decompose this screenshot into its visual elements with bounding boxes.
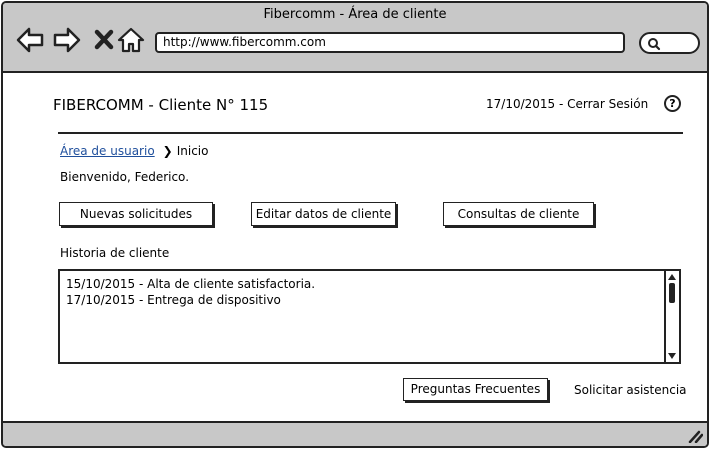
date-logout-link[interactable]: 17/10/2015 - Cerrar Sesión bbox=[486, 97, 648, 111]
back-arrow-icon[interactable] bbox=[15, 25, 45, 55]
scroll-down-icon[interactable] bbox=[667, 352, 677, 361]
browser-titlebar: Fibercomm - Área de cliente http://www.f… bbox=[3, 3, 707, 73]
home-icon[interactable] bbox=[116, 25, 146, 55]
resize-grip-icon[interactable] bbox=[687, 429, 703, 443]
edit-client-button[interactable]: Editar datos de cliente bbox=[251, 202, 396, 226]
request-assistance-link[interactable]: Solicitar asistencia bbox=[574, 383, 687, 397]
forward-arrow-icon[interactable] bbox=[52, 25, 82, 55]
chevron-right-icon: ❯ bbox=[162, 144, 173, 158]
browser-search-field[interactable] bbox=[639, 32, 700, 54]
page-title: FIBERCOMM - Cliente N° 115 bbox=[53, 96, 269, 114]
breadcrumb-link-user-area[interactable]: Área de usuario bbox=[60, 144, 155, 158]
welcome-message: Bienvenido, Federico. bbox=[60, 170, 190, 184]
scroll-up-icon[interactable] bbox=[667, 272, 677, 281]
breadcrumb-current: Inicio bbox=[176, 144, 209, 158]
window-title: Fibercomm - Área de cliente bbox=[263, 7, 447, 22]
search-icon bbox=[648, 38, 661, 51]
faq-button[interactable]: Preguntas Frecuentes bbox=[403, 378, 548, 401]
new-requests-button[interactable]: Nuevas solicitudes bbox=[59, 202, 213, 226]
browser-window: Fibercomm - Área de cliente http://www.f… bbox=[1, 1, 709, 448]
history-textarea[interactable]: 15/10/2015 - Alta de cliente satisfactor… bbox=[58, 269, 681, 364]
breadcrumb: Área de usuario ❯ Inicio bbox=[60, 144, 209, 158]
help-icon[interactable]: ? bbox=[664, 95, 681, 112]
scrollbar[interactable] bbox=[664, 271, 679, 362]
history-label: Historia de cliente bbox=[60, 246, 170, 260]
page-content: FIBERCOMM - Cliente N° 115 17/10/2015 - … bbox=[3, 73, 707, 423]
history-entry: 15/10/2015 - Alta de cliente satisfactor… bbox=[66, 277, 316, 291]
status-bar bbox=[3, 421, 707, 446]
scroll-thumb[interactable] bbox=[669, 283, 675, 303]
history-list: 15/10/2015 - Alta de cliente satisfactor… bbox=[66, 276, 315, 308]
address-bar[interactable]: http://www.fibercomm.com bbox=[155, 32, 625, 53]
client-queries-button[interactable]: Consultas de cliente bbox=[443, 202, 594, 226]
header-divider bbox=[58, 132, 683, 134]
history-entry: 17/10/2015 - Entrega de dispositivo bbox=[66, 293, 281, 307]
